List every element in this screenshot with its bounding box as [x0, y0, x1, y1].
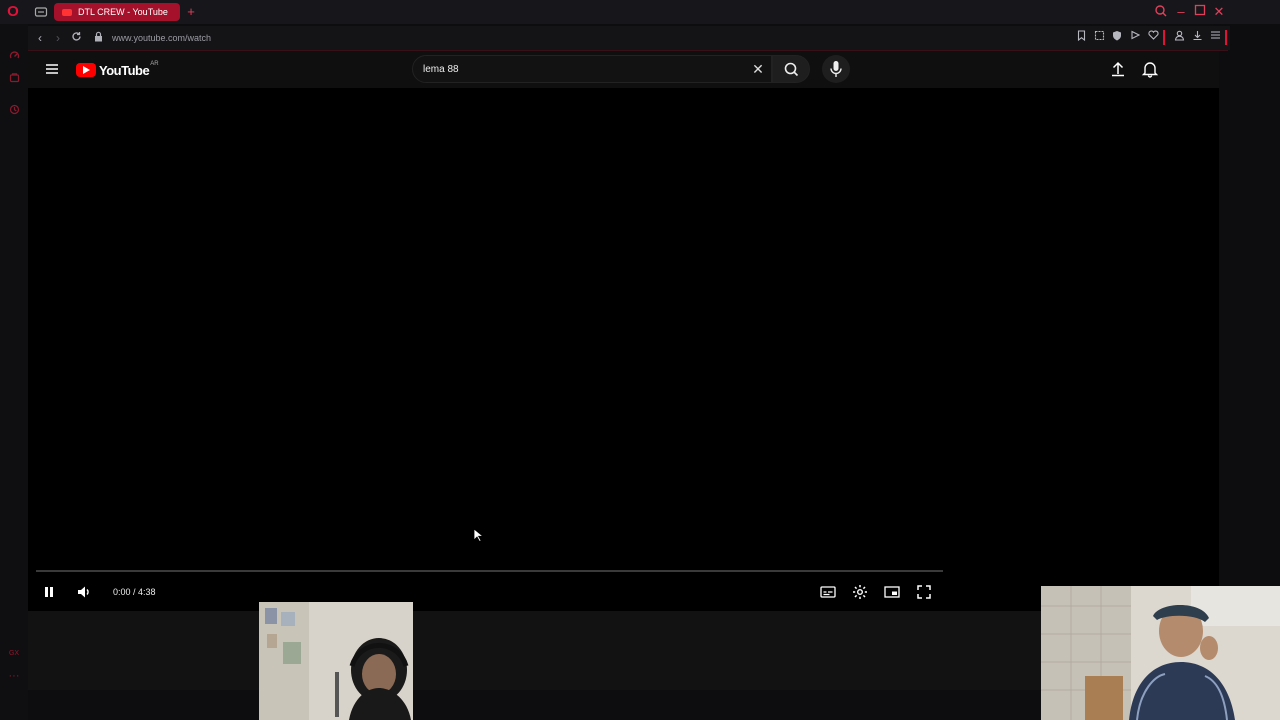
fullscreen-button[interactable] — [915, 583, 933, 601]
tab-islands-icon[interactable] — [34, 5, 48, 19]
sidebar-history-icon[interactable] — [6, 104, 22, 120]
search-input[interactable] — [423, 60, 723, 78]
download-icon[interactable] — [1190, 30, 1204, 46]
pause-button[interactable] — [40, 583, 58, 601]
browser-sidebar — [0, 24, 28, 720]
subtitles-button[interactable] — [819, 583, 837, 601]
bell-icon[interactable] — [1141, 60, 1159, 78]
search-button[interactable] — [772, 55, 810, 83]
search-tabs-icon[interactable] — [1153, 4, 1169, 20]
sidebar-edge-accent — [1225, 30, 1227, 45]
shield-icon[interactable] — [1110, 30, 1124, 46]
lock-icon[interactable] — [90, 30, 106, 46]
sidebar-gx-icon[interactable]: GX — [6, 646, 22, 662]
maximize-button[interactable] — [1192, 4, 1208, 20]
browser-tab-active[interactable]: DTL CREW - YouTube — [54, 3, 180, 21]
tab-title: DTL CREW - YouTube — [78, 7, 168, 17]
guide-menu-icon[interactable] — [44, 61, 60, 77]
upload-icon[interactable] — [1109, 60, 1127, 78]
back-button[interactable]: ‹ — [32, 30, 48, 46]
settings-gear-icon[interactable] — [851, 583, 869, 601]
close-window-button[interactable]: ✕ — [1211, 4, 1227, 20]
sidebar-wallet-icon[interactable] — [6, 72, 22, 88]
heart-icon[interactable] — [1146, 30, 1160, 46]
youtube-wordmark: YouTube — [99, 62, 150, 78]
opera-logo-icon[interactable]: O — [5, 4, 21, 20]
easy-setup-menu-icon[interactable] — [1208, 30, 1222, 46]
country-code: AR — [150, 61, 159, 67]
new-tab-button[interactable]: + — [184, 4, 198, 20]
search-icon — [784, 62, 799, 77]
bookmark-icon[interactable] — [1074, 30, 1088, 46]
miniplayer-button[interactable] — [883, 583, 901, 601]
mouse-cursor-icon — [473, 528, 485, 542]
voice-search-button[interactable] — [822, 55, 850, 83]
sidebar-more-icon[interactable]: ··· — [6, 668, 22, 684]
clear-search-icon[interactable]: ✕ — [750, 61, 766, 77]
youtube-play-logo-icon — [76, 63, 96, 77]
snapshot-icon[interactable] — [1092, 30, 1106, 46]
toolbar-divider — [1163, 30, 1165, 45]
player-icon[interactable] — [1128, 30, 1142, 46]
sidebar-speed-dial-icon[interactable] — [6, 50, 22, 66]
youtube-favicon-icon — [62, 8, 72, 16]
time-display: 0:00 / 4:38 — [113, 587, 156, 597]
forward-button[interactable]: › — [50, 30, 66, 46]
progress-bar[interactable] — [36, 570, 943, 572]
volume-button[interactable] — [75, 583, 93, 601]
minimize-button[interactable]: – — [1173, 4, 1189, 20]
profile-icon[interactable] — [1172, 30, 1186, 46]
url-field[interactable]: www.youtube.com/watch — [112, 30, 211, 46]
youtube-video-area[interactable] — [28, 51, 1219, 611]
webcam-overlay-left — [259, 602, 413, 720]
reload-button[interactable] — [68, 30, 84, 46]
youtube-logo[interactable]: YouTube AR — [76, 61, 166, 79]
webcam-overlay-right — [1041, 586, 1280, 720]
microphone-icon — [830, 61, 842, 77]
